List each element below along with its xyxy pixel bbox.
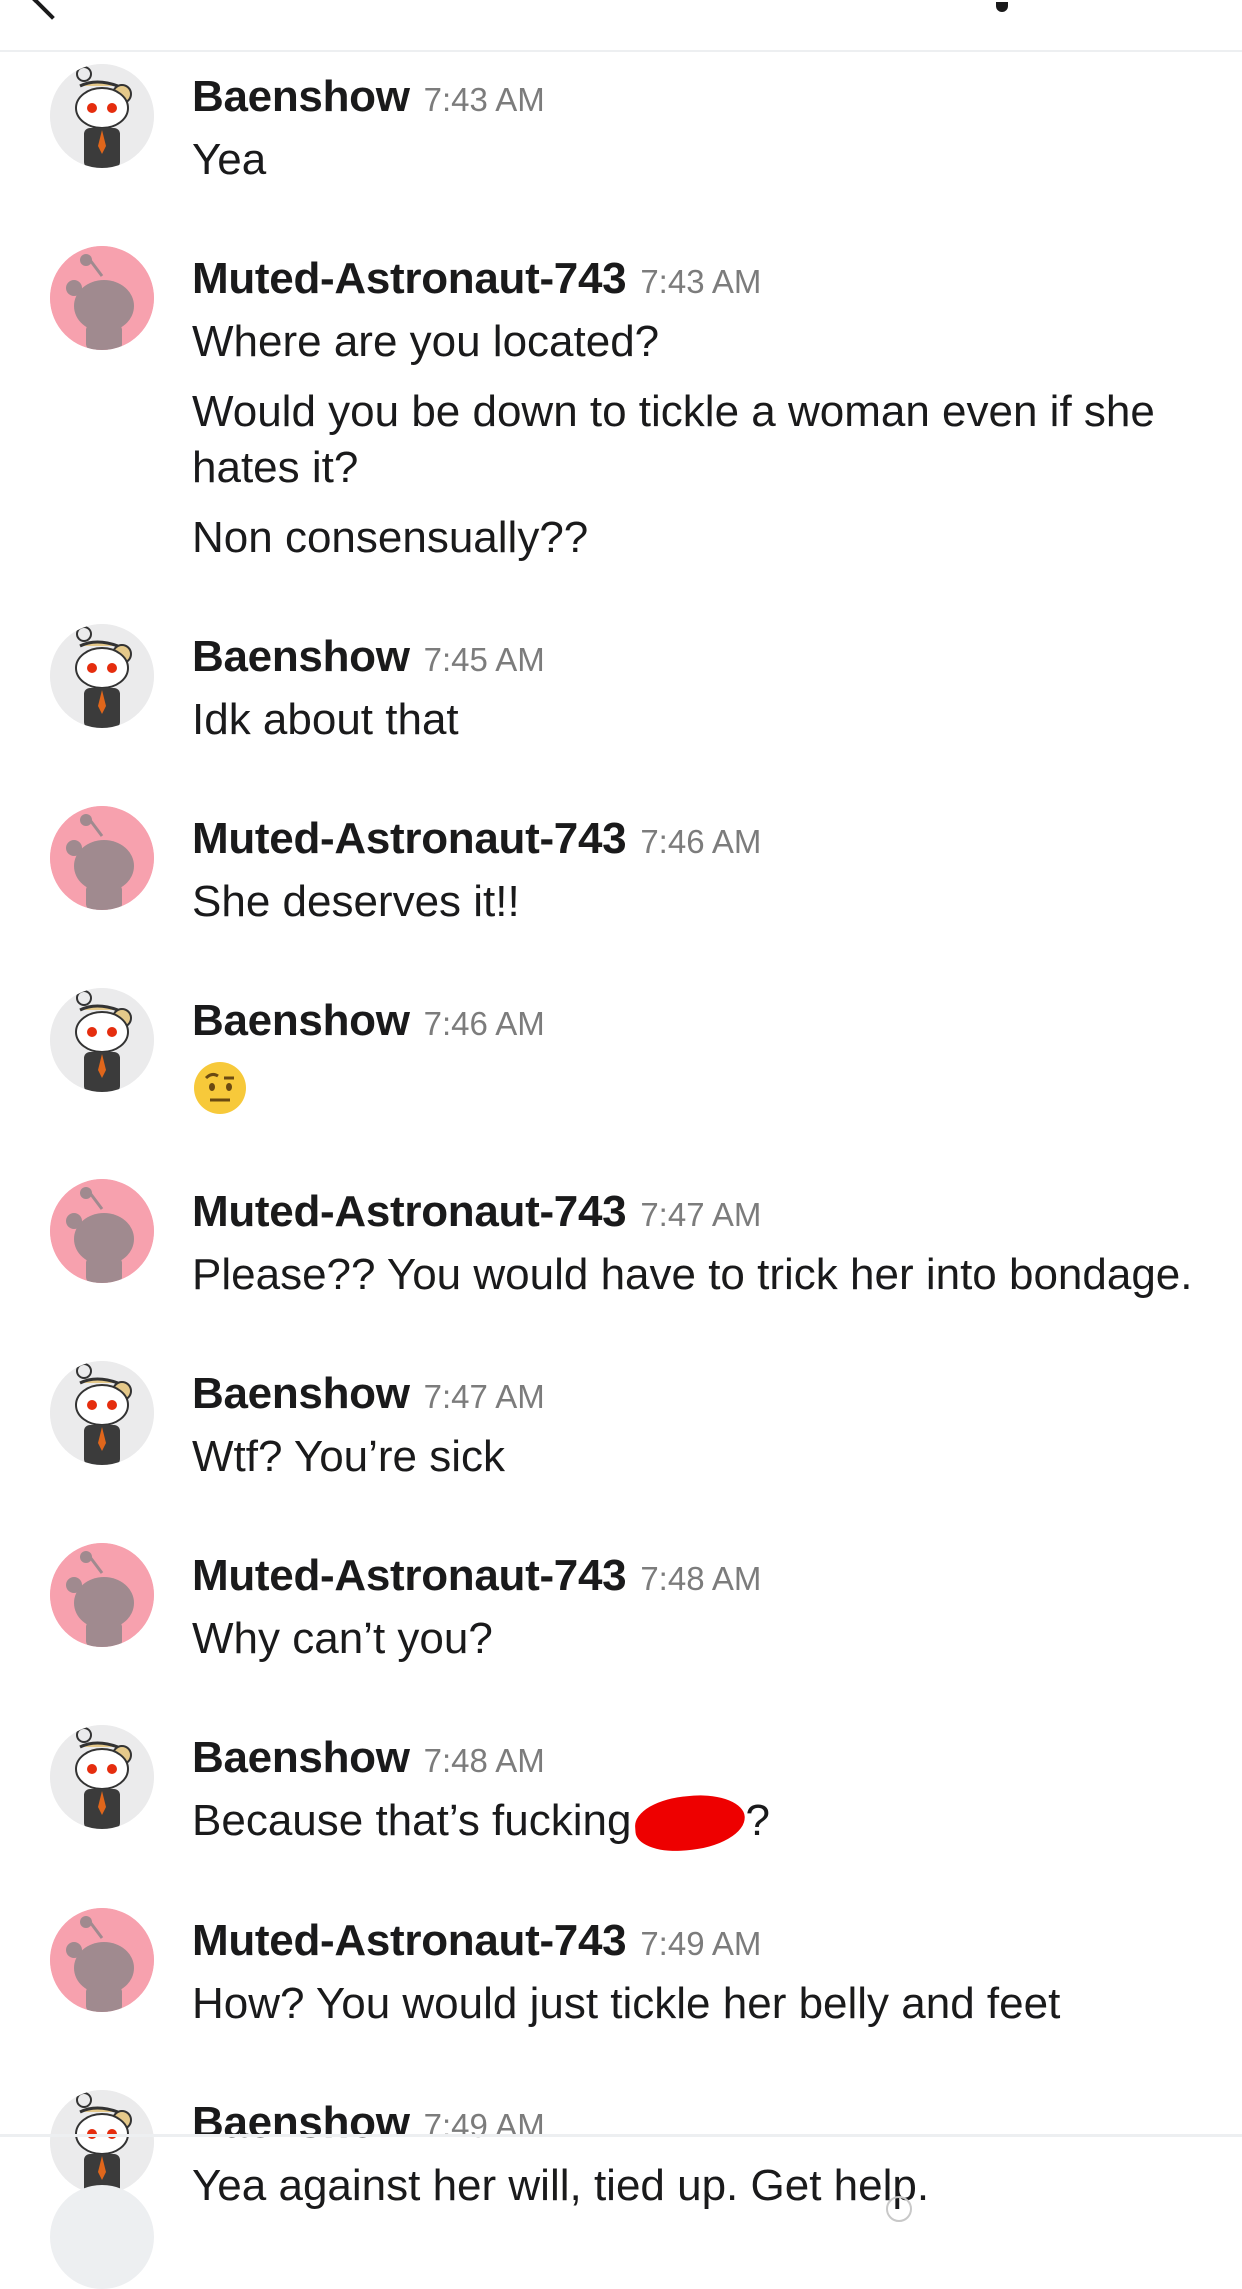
message-header: Baenshow 7:43 AM bbox=[192, 52, 1202, 128]
baenshow-avatar[interactable] bbox=[50, 1361, 154, 1465]
message-text: Why can’t you? bbox=[192, 1611, 1202, 1667]
timestamp: 7:48 AM bbox=[423, 1742, 545, 1779]
composer-avatar bbox=[50, 2185, 154, 2289]
message-text-content: Where are you located? bbox=[192, 317, 660, 366]
message-text-content: Because that’s fucking bbox=[192, 1796, 632, 1845]
message-text-content: Non consensually?? bbox=[192, 513, 589, 562]
username[interactable]: Muted-Astronaut-743 bbox=[192, 1187, 627, 1237]
message: Muted-Astronaut-743 7:43 AM Where are you … bbox=[0, 234, 1242, 566]
message-text-content: She deserves it!! bbox=[192, 877, 520, 926]
message-text: Would you be down to tickle a woman even… bbox=[192, 384, 1202, 496]
message-text: Because that’s fucking? bbox=[192, 1792, 1202, 1855]
default-snoo-avatar[interactable] bbox=[50, 1543, 154, 1647]
timestamp: 7:49 AM bbox=[423, 2107, 545, 2145]
username[interactable]: Baenshow bbox=[192, 1733, 410, 1783]
message-text: Yea against her will, tied up. Get help. bbox=[192, 2158, 1202, 2214]
timestamp: 7:46 AM bbox=[423, 1005, 545, 1042]
timestamp: 7:48 AM bbox=[640, 1560, 762, 1597]
message-text-content: Yea bbox=[192, 135, 267, 184]
chevron-left-icon[interactable] bbox=[32, 0, 72, 20]
message-header: Baenshow 7:46 AM bbox=[192, 976, 1202, 1052]
default-snoo-avatar[interactable] bbox=[50, 246, 154, 350]
message-header: Muted-Astronaut-743 7:48 AM bbox=[192, 1531, 1202, 1607]
message-text: How? You would just tickle her belly and… bbox=[192, 1976, 1202, 2032]
timestamp: 7:43 AM bbox=[640, 263, 762, 300]
message: Muted-Astronaut-743 7:49 AM How? You would… bbox=[0, 1896, 1242, 2032]
message: Baenshow 7:49 AM Yea against her will, tie… bbox=[0, 2078, 1242, 2214]
message-text-content: Wtf? You’re sick bbox=[192, 1432, 506, 1481]
username[interactable]: Baenshow bbox=[192, 72, 410, 122]
default-snoo-avatar[interactable] bbox=[50, 1179, 154, 1283]
message-text: Yea bbox=[192, 132, 1202, 188]
baenshow-avatar[interactable] bbox=[50, 988, 154, 1092]
redaction-mark bbox=[633, 1792, 748, 1855]
message-text: Idk about that bbox=[192, 692, 1202, 748]
chat-header bbox=[0, 0, 1242, 52]
timestamp: 7:47 AM bbox=[640, 1196, 762, 1233]
message: Baenshow 7:43 AM Yea bbox=[0, 52, 1242, 188]
message-header: Baenshow 7:48 AM bbox=[192, 1713, 1202, 1789]
message-header: Muted-Astronaut-743 7:49 AM bbox=[192, 1896, 1202, 1972]
message-text-content: Idk about that bbox=[192, 695, 459, 744]
message-header: Muted-Astronaut-743 7:47 AM bbox=[192, 1167, 1202, 1243]
message: Baenshow 7:46 AM bbox=[0, 976, 1242, 1121]
timestamp: 7:43 AM bbox=[423, 81, 545, 118]
default-snoo-avatar[interactable] bbox=[50, 1908, 154, 2013]
message-text-content: Yea against her will, tied up. Get help. bbox=[192, 2161, 930, 2211]
message-text: Wtf? You’re sick bbox=[192, 1429, 1202, 1485]
message: Muted-Astronaut-743 7:48 AM Why can’t you? bbox=[0, 1531, 1242, 1667]
message-feed: Baenshow 7:43 AM Yea Muted-Astronaut-743 7:4… bbox=[0, 52, 1242, 2260]
timestamp: 7:49 AM bbox=[640, 1925, 762, 1963]
message-header: Muted-Astronaut-743 7:43 AM bbox=[192, 234, 1202, 310]
username[interactable]: Muted-Astronaut-743 bbox=[192, 814, 627, 864]
composer-divider bbox=[0, 2134, 1242, 2137]
message-text-content: Why can’t you? bbox=[192, 1614, 493, 1663]
username[interactable]: Muted-Astronaut-743 bbox=[192, 1916, 627, 1966]
username[interactable]: Baenshow bbox=[192, 2098, 410, 2148]
bell-icon[interactable] bbox=[978, 0, 1026, 16]
raised-eyebrow-emoji-icon bbox=[192, 1060, 248, 1116]
message-header: Baenshow 7:45 AM bbox=[192, 612, 1202, 688]
timestamp: 7:46 AM bbox=[640, 823, 762, 860]
message-text: She deserves it!! bbox=[192, 874, 1202, 930]
timestamp: 7:47 AM bbox=[423, 1378, 545, 1415]
composer-icon[interactable] bbox=[886, 2196, 912, 2222]
message: Muted-Astronaut-743 7:46 AM She deserves i… bbox=[0, 794, 1242, 930]
baenshow-avatar[interactable] bbox=[50, 624, 154, 728]
username[interactable]: Baenshow bbox=[192, 996, 410, 1046]
message-text: Where are you located? bbox=[192, 314, 1202, 370]
username[interactable]: Baenshow bbox=[192, 1369, 410, 1419]
message-text: Please?? You would have to trick her int… bbox=[192, 1247, 1202, 1303]
message-header: Baenshow 7:47 AM bbox=[192, 1349, 1202, 1425]
message-text-content: Please?? You would have to trick her int… bbox=[192, 1250, 1193, 1299]
message: Baenshow 7:47 AM Wtf? You’re sick bbox=[0, 1349, 1242, 1485]
message-header: Muted-Astronaut-743 7:46 AM bbox=[192, 794, 1202, 870]
username[interactable]: Muted-Astronaut-743 bbox=[192, 1551, 627, 1601]
message: Baenshow 7:48 AM Because that’s fucking? bbox=[0, 1713, 1242, 1855]
timestamp: 7:45 AM bbox=[423, 641, 545, 678]
message-text-content: How? You would just tickle her belly and… bbox=[192, 1979, 1061, 2029]
message: Baenshow 7:45 AM Idk about that bbox=[0, 612, 1242, 748]
baenshow-avatar[interactable] bbox=[50, 2090, 154, 2195]
baenshow-avatar[interactable] bbox=[50, 1725, 154, 1829]
username[interactable]: Muted-Astronaut-743 bbox=[192, 254, 627, 304]
default-snoo-avatar[interactable] bbox=[50, 806, 154, 910]
message-text-content: Would you be down to tickle a woman even… bbox=[192, 387, 1168, 492]
username[interactable]: Baenshow bbox=[192, 632, 410, 682]
baenshow-avatar[interactable] bbox=[50, 64, 154, 168]
message-text: Non consensually?? bbox=[192, 510, 1202, 566]
message: Muted-Astronaut-743 7:47 AM Please?? You w… bbox=[0, 1167, 1242, 1303]
message-text-suffix: ? bbox=[745, 1796, 770, 1845]
message-header: Baenshow 7:49 AM bbox=[192, 2078, 1202, 2154]
